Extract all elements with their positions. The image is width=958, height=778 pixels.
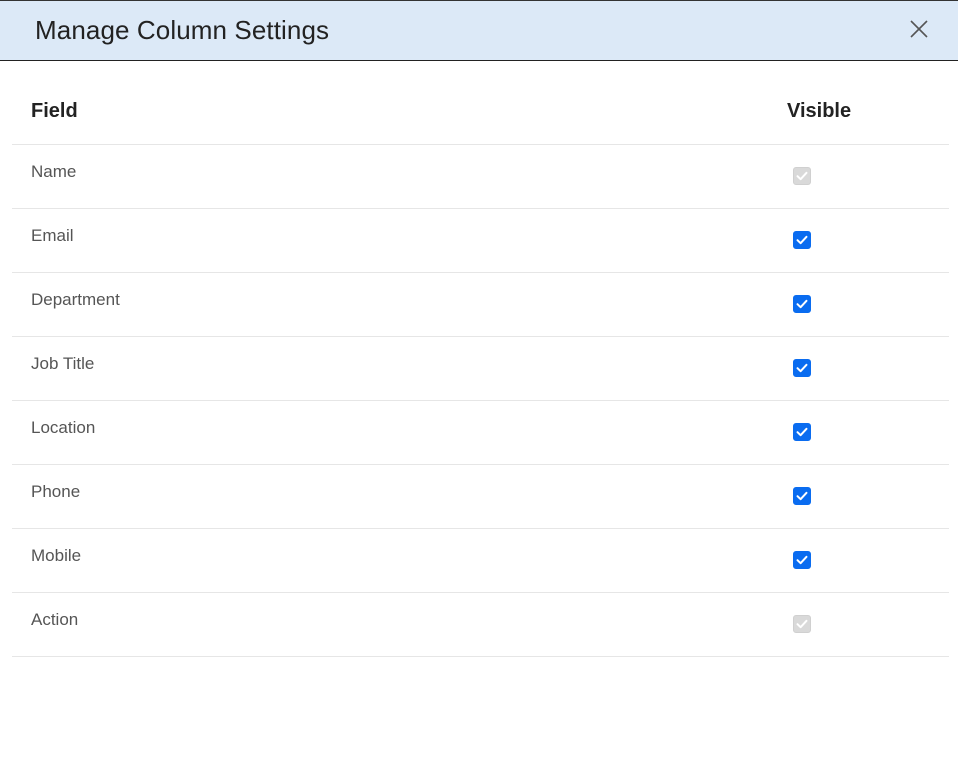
table-row: Phone [12,464,949,529]
table-body: Name Email Department Job Title Location Phon… [12,144,949,657]
table-row: Job Title [12,336,949,401]
field-column-header: Field [12,80,787,145]
visible-cell [787,208,949,273]
visible-checkbox[interactable] [793,422,811,441]
dialog-title: Manage Column Settings [35,15,330,45]
check-icon [796,171,808,180]
visible-checkbox[interactable] [793,294,811,313]
visible-cell [787,272,949,337]
field-name: Phone [12,464,787,529]
table-row: Department [12,272,949,337]
dialog-header: Manage Column Settings [0,1,958,61]
visible-checkbox [793,166,811,185]
column-settings-dialog: Manage Column Settings Field Visible Nam… [0,0,958,778]
check-icon [796,619,808,628]
visible-cell [787,336,949,401]
check-icon [796,363,808,372]
visible-checkbox[interactable] [793,358,811,377]
table-row: Location [12,400,949,465]
visible-cell [787,528,949,593]
check-icon [796,555,808,564]
field-name: Department [12,272,787,337]
visible-cell [787,464,949,529]
visible-checkbox[interactable] [793,486,811,505]
table-header-row: Field Visible [12,80,949,145]
field-name: Email [12,208,787,273]
check-icon [796,491,808,500]
close-button[interactable] [906,18,932,44]
field-name: Location [12,400,787,465]
table-row: Email [12,208,949,273]
visible-checkbox [793,614,811,633]
column-settings-table-wrap: Field Visible Name Email Department Job Tit… [12,80,949,657]
check-icon [796,427,808,436]
close-icon [909,19,929,42]
field-name: Name [12,144,787,209]
table-row: Name [12,144,949,209]
field-name: Mobile [12,528,787,593]
visible-cell [787,592,949,657]
visible-checkbox[interactable] [793,550,811,569]
table-row: Mobile [12,528,949,593]
field-name: Action [12,592,787,657]
visible-column-header: Visible [787,80,949,145]
visible-checkbox[interactable] [793,230,811,249]
field-name: Job Title [12,336,787,401]
check-icon [796,235,808,244]
table-row: Action [12,592,949,657]
visible-cell [787,400,949,465]
column-settings-table: Field Visible Name Email Department Job Tit… [12,80,949,657]
visible-cell [787,144,949,209]
check-icon [796,299,808,308]
